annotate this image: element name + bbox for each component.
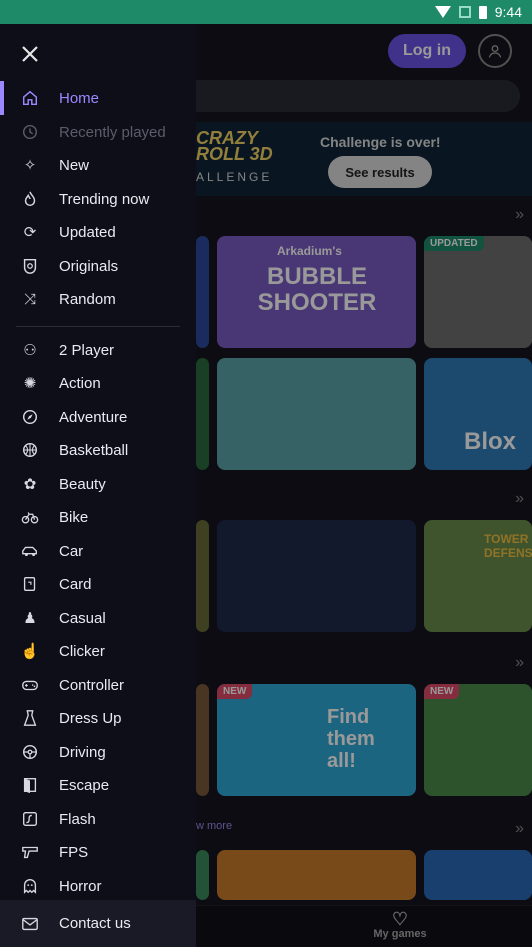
drawer-item-2-player[interactable]: ⚇ 2 Player [0,333,196,367]
flower-icon: ✿ [23,476,37,493]
clicker-icon: ☝ [20,643,40,660]
drawer-item-label: Adventure [59,408,128,426]
drawer-item-controller[interactable]: Controller [0,668,196,702]
drawer-item-basketball[interactable]: Basketball [0,433,196,467]
status-bar: 9:44 [0,0,532,24]
drawer-item-beauty[interactable]: ✿ Beauty [0,467,196,501]
drawer-item-updated[interactable]: ⟳ Updated [0,215,196,249]
flame-icon [20,189,40,209]
drawer-item-flash[interactable]: Flash [0,802,196,836]
drawer-item-label: Car [59,542,84,560]
compass-icon [20,407,40,427]
two-player-icon: ⚇ [23,342,37,359]
casual-icon: ♟ [23,610,37,627]
drawer-item-label: New [59,156,90,174]
drawer-item-label: Horror [59,877,102,895]
ghost-icon [20,876,40,896]
contact-us-button[interactable]: Contact us [0,900,196,947]
drawer-item-label: 2 Player [59,341,115,359]
drawer-item-recently-played[interactable]: Recently played [0,115,196,149]
drawer-item-escape[interactable]: Escape [0,768,196,802]
drawer-item-driving[interactable]: Driving [0,735,196,769]
drawer-item-action[interactable]: ✺ Action [0,366,196,400]
drawer-item-label: Recently played [59,123,166,141]
drawer-item-clicker[interactable]: ☝ Clicker [0,634,196,668]
card-icon [20,574,40,594]
flash-icon [20,809,40,829]
battery-icon [478,5,487,19]
signal-icon [458,6,471,18]
drawer-item-label: Driving [59,743,106,761]
status-time: 9:44 [494,4,522,20]
car-icon [20,541,40,561]
drawer-item-label: Updated [59,223,116,241]
drawer-item-dress-up[interactable]: Dress Up [0,701,196,735]
door-icon [20,775,40,795]
controller-icon [20,675,40,695]
drawer-item-car[interactable]: Car [0,534,196,568]
drawer-item-label: FPS [59,843,89,861]
drawer-item-label: Random [59,290,116,308]
drawer-item-card[interactable]: Card [0,567,196,601]
drawer-item-random[interactable]: ⤨ Random [0,282,196,316]
close-icon[interactable] [20,44,40,64]
drawer-item-horror[interactable]: Horror [0,869,196,903]
home-icon [20,88,40,108]
drawer-item-label: Card [59,575,92,593]
drawer-item-label: Dress Up [59,709,122,727]
bike-icon [20,507,40,527]
dress-icon [20,708,40,728]
drawer-item-label: Casual [59,609,106,627]
wifi-icon [434,6,451,18]
drawer-item-new[interactable]: ✧ New [0,148,196,182]
drawer-item-label: Bike [59,508,89,526]
drawer-item-adventure[interactable]: Adventure [0,400,196,434]
basketball-icon [20,440,40,460]
drawer-item-home[interactable]: Home [0,81,196,115]
drawer-item-fps[interactable]: FPS [0,835,196,869]
drawer-item-label: Escape [59,776,110,794]
drawer-divider [16,326,180,327]
drawer-item-label: Clicker [59,642,105,660]
drawer-item-originals[interactable]: Originals [0,249,196,283]
navigation-drawer: Home Recently played ✧ New Trending now … [0,24,196,947]
drawer-item-label: Flash [59,810,96,828]
steering-wheel-icon [20,742,40,762]
badge-icon [20,256,40,276]
drawer-item-bike[interactable]: Bike [0,500,196,534]
drawer-item-casual[interactable]: ♟ Casual [0,601,196,635]
contact-us-label: Contact us [59,915,131,932]
sparkle-icon: ✧ [23,157,37,174]
shuffle-icon: ⤨ [23,290,36,308]
drawer-item-label: Controller [59,676,125,694]
drawer-item-label: Basketball [59,441,129,459]
drawer-item-trending[interactable]: Trending now [0,182,196,216]
mail-icon [20,914,40,934]
action-icon: ✺ [23,375,37,392]
drawer-item-label: Originals [59,257,119,275]
clock-icon [20,122,40,142]
refresh-icon: ⟳ [23,224,37,241]
drawer-item-label: Beauty [59,475,106,493]
drawer-item-label: Home [59,89,100,107]
drawer-item-label: Trending now [59,190,150,208]
gun-icon [20,842,40,862]
drawer-item-label: Action [59,374,101,392]
